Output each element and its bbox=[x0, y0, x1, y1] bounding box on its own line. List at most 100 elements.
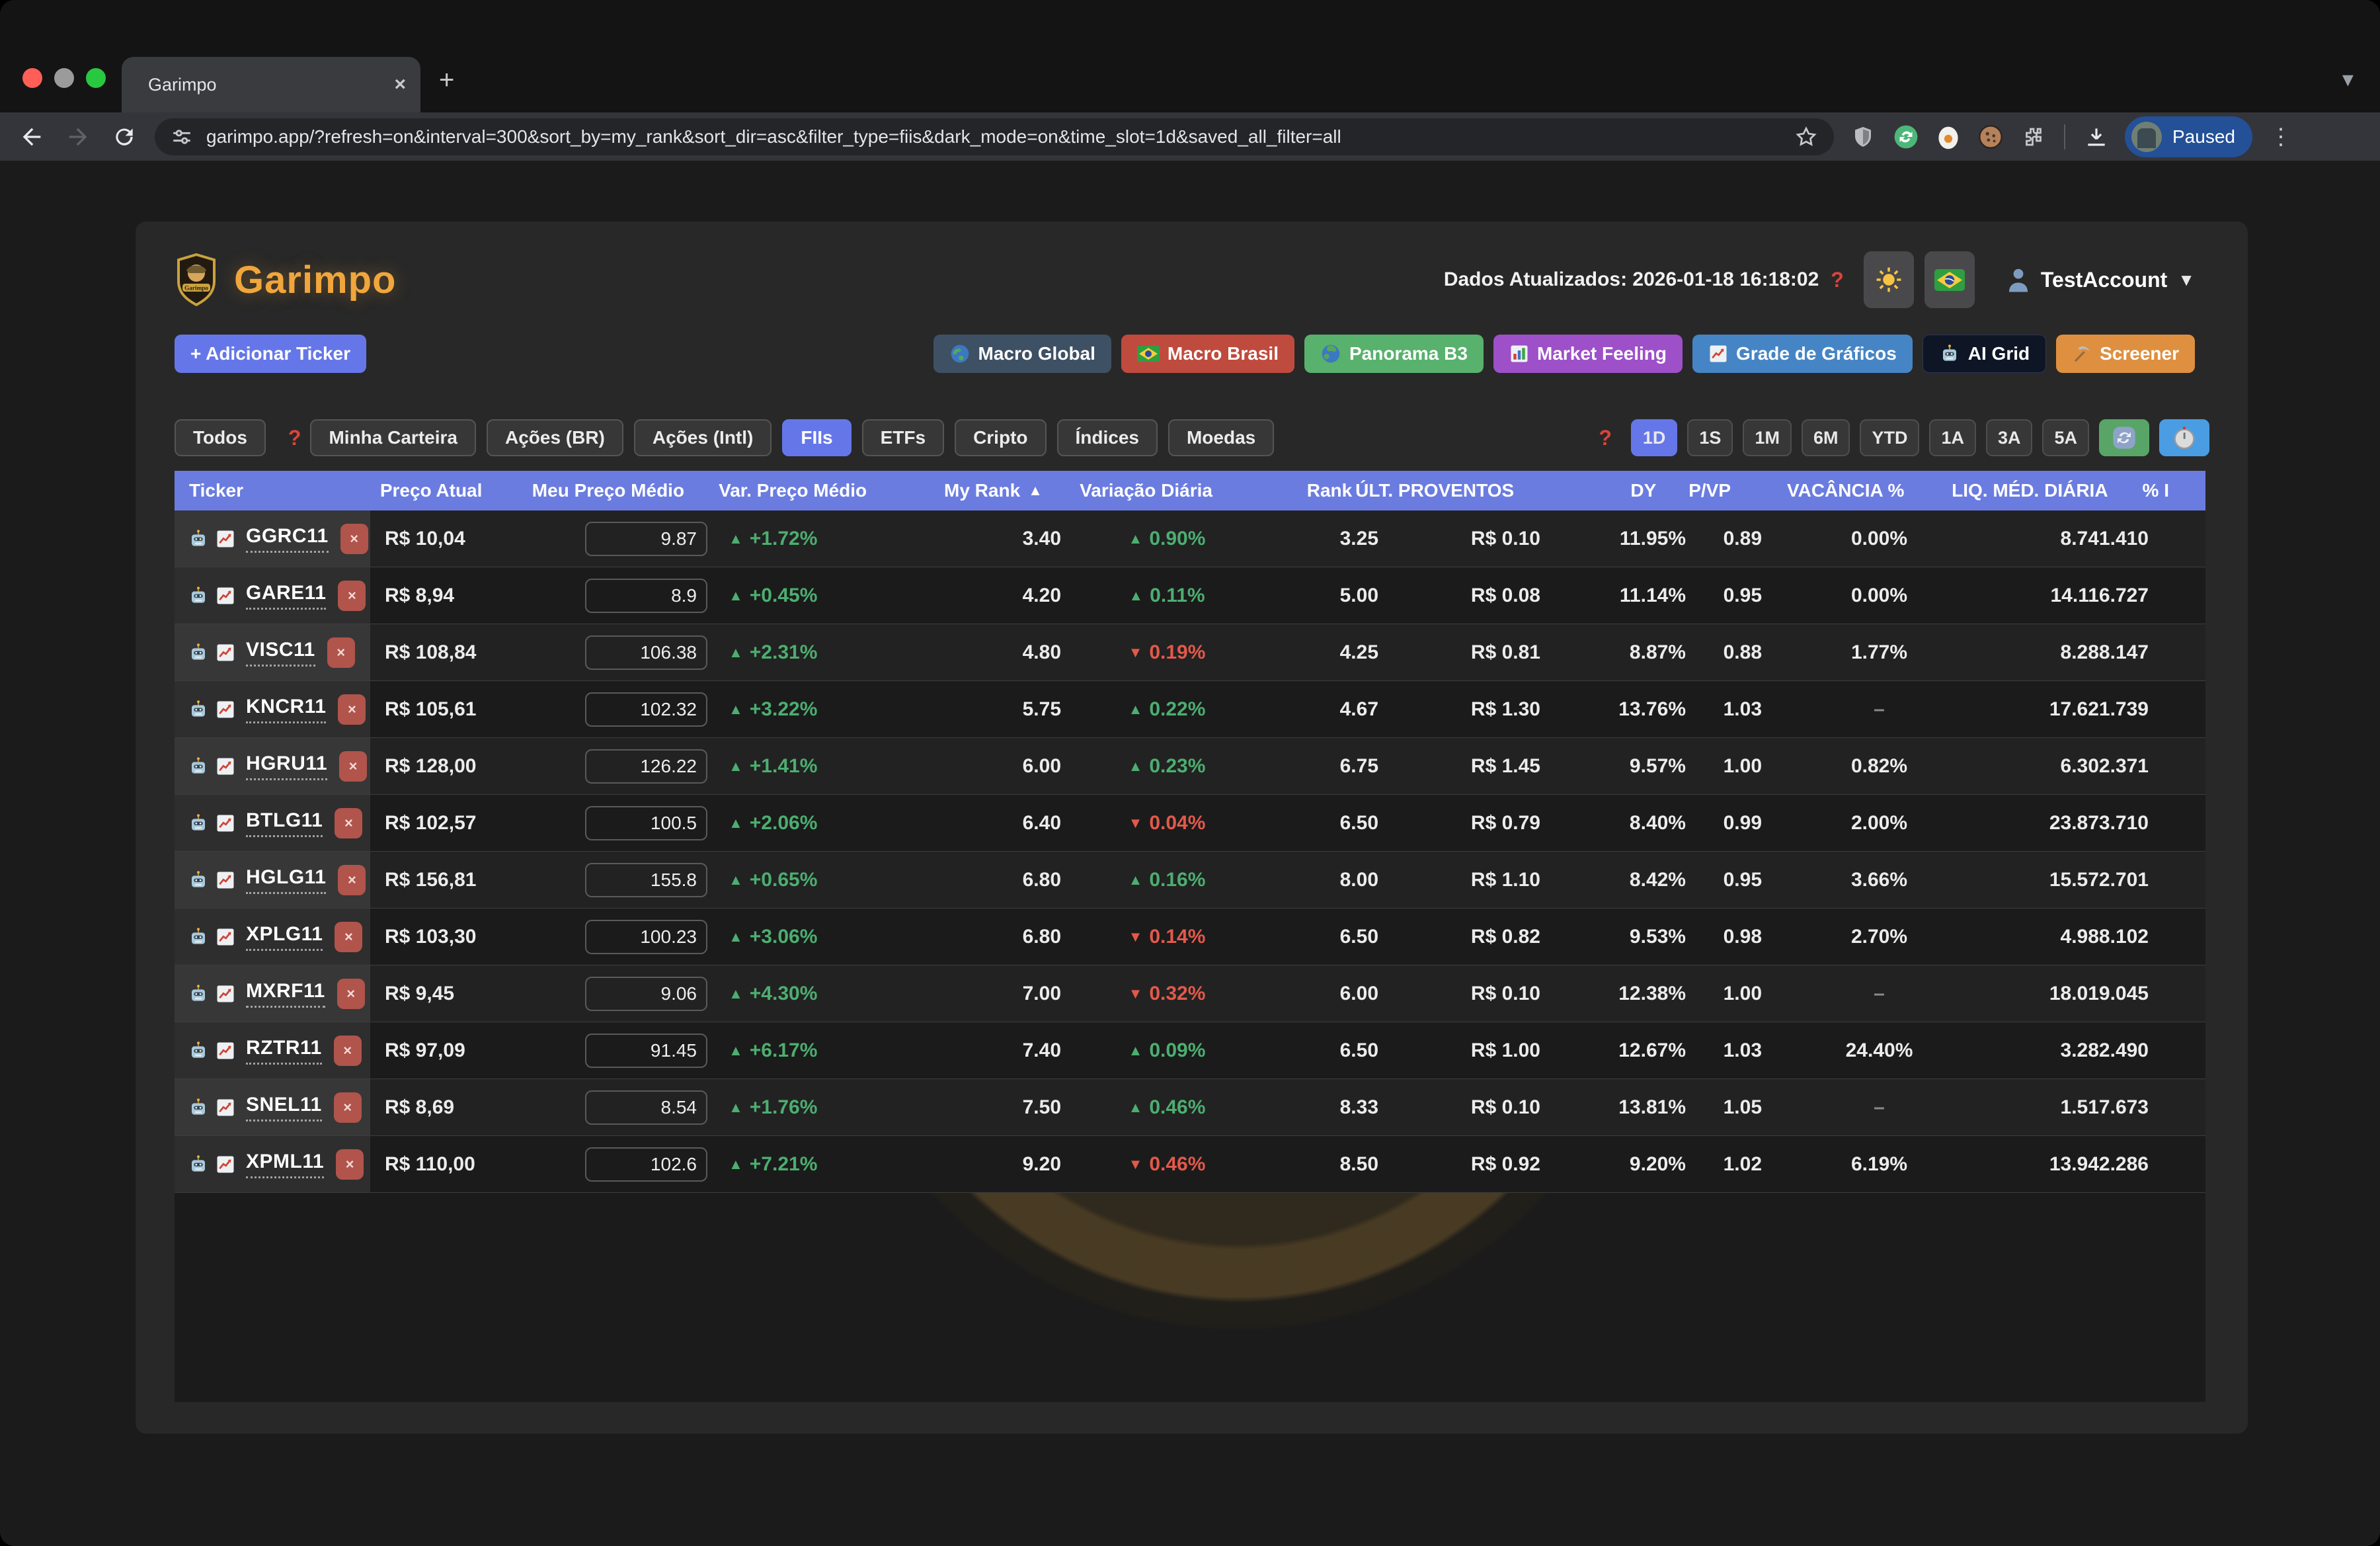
avg-price-input[interactable] bbox=[585, 635, 707, 670]
account-menu[interactable]: TestAccount ▼ bbox=[2006, 266, 2195, 293]
reload-icon[interactable] bbox=[110, 122, 139, 151]
remove-ticker-button[interactable]: × bbox=[338, 865, 366, 895]
avg-price-input[interactable] bbox=[585, 1034, 707, 1068]
chart-increasing-icon[interactable] bbox=[216, 643, 235, 663]
robot-icon[interactable] bbox=[188, 983, 209, 1004]
brand[interactable]: Garimpo Garimpo bbox=[175, 253, 397, 306]
robot-icon[interactable] bbox=[188, 1154, 209, 1175]
robot-icon[interactable] bbox=[188, 870, 209, 891]
zoom-window-button[interactable] bbox=[86, 68, 106, 88]
time-slot-1a[interactable]: 1A bbox=[1929, 419, 1976, 456]
filter-tab-fiis[interactable]: FIIs bbox=[782, 419, 851, 456]
time-slot-1s[interactable]: 1S bbox=[1687, 419, 1733, 456]
downloads-icon[interactable] bbox=[2084, 124, 2109, 149]
language-flag-button[interactable] bbox=[1924, 251, 1975, 308]
chart-increasing-icon[interactable] bbox=[216, 529, 235, 549]
robot-icon[interactable] bbox=[188, 642, 209, 663]
robot-icon[interactable] bbox=[188, 1097, 209, 1118]
column-header-varia-o-di-ria[interactable]: Variação Diária bbox=[1062, 471, 1230, 510]
robot-icon[interactable] bbox=[188, 585, 209, 606]
timer-knob-button[interactable] bbox=[2159, 419, 2209, 456]
filter-tab-a-es-intl-[interactable]: Ações (Intl) bbox=[634, 419, 772, 456]
site-settings-icon[interactable] bbox=[171, 126, 193, 148]
chart-increasing-icon[interactable] bbox=[216, 813, 235, 833]
robot-icon[interactable] bbox=[188, 813, 209, 834]
remove-ticker-button[interactable]: × bbox=[335, 808, 362, 838]
slots-help-mark[interactable]: ? bbox=[1599, 426, 1612, 450]
chart-increasing-icon[interactable] bbox=[216, 586, 235, 606]
remove-ticker-button[interactable]: × bbox=[336, 1149, 364, 1180]
chart-increasing-icon[interactable] bbox=[216, 700, 235, 719]
chart-increasing-icon[interactable] bbox=[216, 1098, 235, 1118]
time-slot-1m[interactable]: 1M bbox=[1743, 419, 1792, 456]
column-header-vac-ncia-%[interactable]: VACÂNCIA % bbox=[1751, 471, 1940, 510]
time-slot-ytd[interactable]: YTD bbox=[1860, 419, 1919, 456]
extensions-puzzle-icon[interactable] bbox=[2022, 125, 2045, 149]
remove-ticker-button[interactable]: × bbox=[334, 1036, 362, 1066]
extension-sync-icon[interactable] bbox=[1893, 124, 1919, 149]
extension-egg-icon[interactable] bbox=[1937, 124, 1960, 149]
robot-icon[interactable] bbox=[188, 926, 209, 948]
avg-price-input[interactable] bbox=[585, 863, 707, 897]
chart-increasing-icon[interactable] bbox=[216, 1041, 235, 1061]
chart-increasing-icon[interactable] bbox=[216, 756, 235, 776]
column-header-dy[interactable]: DY bbox=[1534, 471, 1676, 510]
remove-ticker-button[interactable]: × bbox=[335, 922, 362, 952]
address-bar[interactable]: garimpo.app/?refresh=on&interval=300&sor… bbox=[155, 118, 1834, 155]
column-header-meu-pre-o-m-dio[interactable]: Meu Preço Médio bbox=[572, 471, 704, 510]
filter-tab-moedas[interactable]: Moedas bbox=[1168, 419, 1274, 456]
ticker-link[interactable]: KNCR11 bbox=[246, 696, 326, 723]
remove-ticker-button[interactable]: × bbox=[337, 979, 365, 1009]
column-header-my-rank[interactable]: My Rank▲ bbox=[914, 471, 1062, 510]
remove-ticker-button[interactable]: × bbox=[334, 1092, 362, 1123]
minimize-window-button[interactable] bbox=[54, 68, 74, 88]
close-window-button[interactable] bbox=[22, 68, 42, 88]
avg-price-input[interactable] bbox=[585, 749, 707, 784]
chart-increasing-icon[interactable] bbox=[216, 870, 235, 890]
forward-icon[interactable] bbox=[63, 122, 93, 151]
ticker-link[interactable]: GARE11 bbox=[246, 582, 326, 610]
chart-increasing-icon[interactable] bbox=[216, 1155, 235, 1174]
macro-button-macro-global[interactable]: Macro Global bbox=[933, 335, 1111, 373]
filter-tab--ndices[interactable]: Índices bbox=[1057, 419, 1158, 456]
theme-toggle-button[interactable] bbox=[1864, 251, 1914, 308]
time-slot-6m[interactable]: 6M bbox=[1802, 419, 1850, 456]
remove-ticker-button[interactable]: × bbox=[338, 581, 366, 611]
ticker-link[interactable]: XPLG11 bbox=[246, 923, 323, 951]
macro-button-ai-grid[interactable]: AI Grid bbox=[1923, 335, 2046, 373]
robot-icon[interactable] bbox=[188, 756, 209, 777]
robot-icon[interactable] bbox=[188, 1040, 209, 1061]
time-slot-1d[interactable]: 1D bbox=[1631, 419, 1678, 456]
profile-paused-pill[interactable]: Paused bbox=[2125, 116, 2252, 157]
bookmark-star-icon[interactable] bbox=[1794, 125, 1818, 149]
avg-price-input[interactable] bbox=[585, 977, 707, 1011]
url-text[interactable]: garimpo.app/?refresh=on&interval=300&sor… bbox=[206, 126, 1794, 147]
updated-help-mark[interactable]: ? bbox=[1831, 268, 1844, 292]
avg-price-input[interactable] bbox=[585, 806, 707, 840]
tab-search-icon[interactable]: ▾ bbox=[2342, 66, 2354, 93]
ticker-link[interactable]: HGRU11 bbox=[246, 753, 327, 780]
ticker-link[interactable]: SNEL11 bbox=[246, 1094, 322, 1121]
chart-increasing-icon[interactable] bbox=[216, 984, 235, 1004]
filter-tab-a-es-br-[interactable]: Ações (BR) bbox=[487, 419, 623, 456]
remove-ticker-button[interactable]: × bbox=[338, 694, 366, 725]
avg-price-input[interactable] bbox=[585, 1090, 707, 1125]
filters-help-mark[interactable]: ? bbox=[288, 426, 301, 450]
avg-price-input[interactable] bbox=[585, 920, 707, 954]
extension-cookie-icon[interactable] bbox=[1978, 124, 2003, 149]
filter-tab-cripto[interactable]: Cripto bbox=[955, 419, 1046, 456]
macro-button-screener[interactable]: Screener bbox=[2056, 335, 2195, 373]
robot-icon[interactable] bbox=[188, 528, 209, 549]
browser-tab[interactable]: Garimpo × bbox=[122, 57, 420, 112]
ticker-link[interactable]: GGRC11 bbox=[246, 525, 329, 553]
column-header-p-vp[interactable]: P/VP bbox=[1676, 471, 1751, 510]
add-ticker-button[interactable]: + Adicionar Ticker bbox=[175, 335, 366, 373]
avg-price-input[interactable] bbox=[585, 692, 707, 727]
extension-shield-icon[interactable] bbox=[1851, 125, 1875, 149]
ticker-link[interactable]: XPML11 bbox=[246, 1151, 324, 1178]
avg-price-input[interactable] bbox=[585, 522, 707, 556]
tab-close-icon[interactable]: × bbox=[394, 73, 406, 96]
time-slot-5a[interactable]: 5A bbox=[2042, 419, 2089, 456]
ticker-link[interactable]: BTLG11 bbox=[246, 809, 323, 837]
remove-ticker-button[interactable]: × bbox=[327, 637, 355, 668]
